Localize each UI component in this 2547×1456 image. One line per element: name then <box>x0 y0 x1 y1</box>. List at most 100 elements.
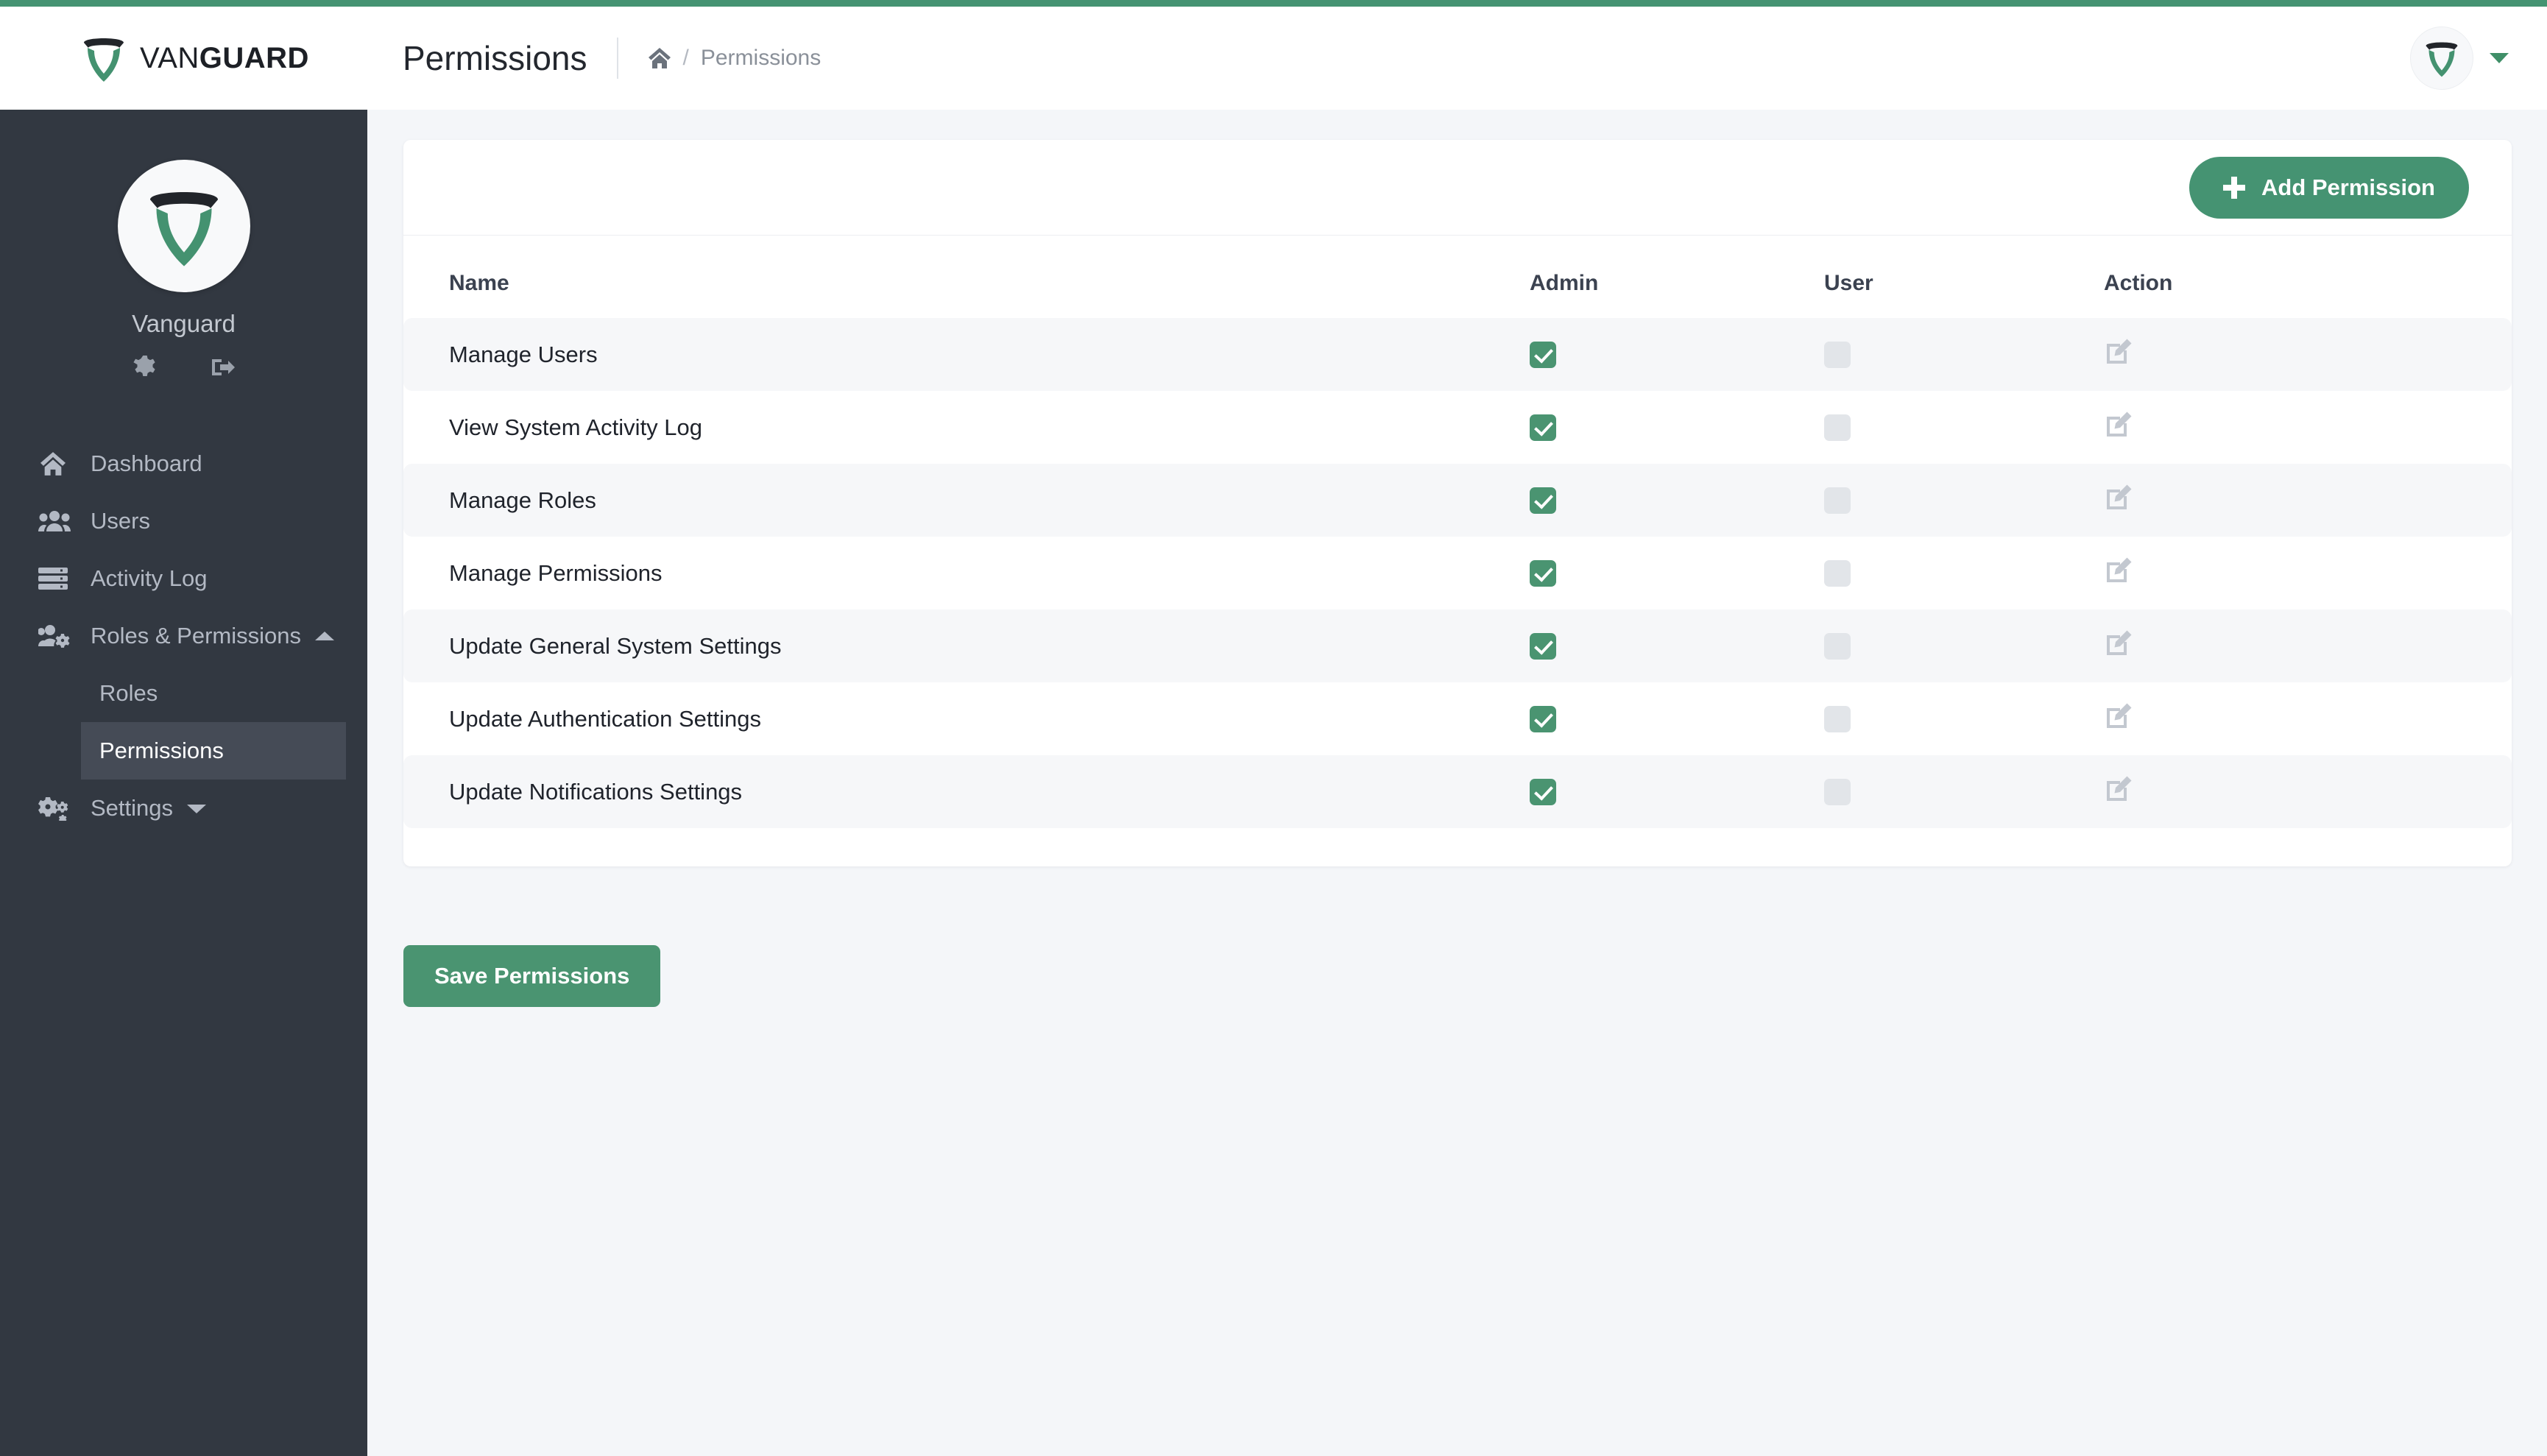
sidebar-profile: Vanguard <box>0 110 367 381</box>
chevron-up-icon[interactable] <box>314 630 335 642</box>
admin-checkbox[interactable] <box>1530 487 1556 514</box>
sidebar-item-activity-log[interactable]: Activity Log <box>0 550 367 607</box>
user-checkbox[interactable] <box>1824 560 1851 587</box>
sidebar-item-permissions[interactable]: Permissions <box>81 722 346 780</box>
table-row: Update General System Settings <box>403 609 2512 682</box>
main-content: Add Permission Name Admin User Action Ma… <box>367 110 2547 1456</box>
brand-logo-area[interactable]: VANGUARD <box>0 7 367 110</box>
save-permissions-button[interactable]: Save Permissions <box>403 945 660 1007</box>
logout-icon[interactable] <box>210 354 236 381</box>
user-checkbox-cell <box>1824 609 2104 682</box>
user-menu[interactable] <box>2410 26 2547 90</box>
breadcrumb-current: Permissions <box>701 46 821 71</box>
edit-icon[interactable] <box>2104 483 2133 512</box>
plus-icon <box>2223 177 2245 199</box>
avatar[interactable] <box>2410 26 2473 90</box>
sidebar-item-users[interactable]: Users <box>0 492 367 550</box>
sidebar-subitem-label: Roles <box>99 680 158 707</box>
user-checkbox-cell <box>1824 755 2104 828</box>
admin-checkbox-cell <box>1530 464 1824 537</box>
shield-avatar-icon <box>2423 38 2460 78</box>
sidebar-profile-name: Vanguard <box>132 310 236 338</box>
table-row: Update Notifications Settings <box>403 755 2512 828</box>
user-checkbox-cell <box>1824 537 2104 609</box>
server-icon <box>38 566 72 591</box>
chevron-down-icon[interactable] <box>2490 53 2509 63</box>
sidebar-profile-actions <box>132 354 236 381</box>
edit-icon[interactable] <box>2104 702 2133 731</box>
user-checkbox[interactable] <box>1824 779 1851 805</box>
sidebar-item-dashboard[interactable]: Dashboard <box>0 435 367 492</box>
sidebar-item-label: Users <box>91 508 150 534</box>
sidebar-item-roles-permissions[interactable]: Roles & Permissions <box>0 607 367 665</box>
home-icon <box>38 451 72 476</box>
action-cell <box>2104 755 2512 828</box>
chevron-down-icon[interactable] <box>186 802 207 814</box>
title-divider <box>617 38 618 79</box>
table-row: View System Activity Log <box>403 391 2512 464</box>
user-checkbox[interactable] <box>1824 633 1851 660</box>
user-checkbox[interactable] <box>1824 487 1851 514</box>
column-header-user: User <box>1824 236 2104 318</box>
permission-name-cell: Update Notifications Settings <box>403 755 1530 828</box>
home-icon[interactable] <box>648 47 671 69</box>
permission-name-cell: Update General System Settings <box>403 609 1530 682</box>
sidebar: Vanguard <box>0 110 367 1456</box>
shield-logo-icon <box>81 33 127 83</box>
add-permission-button[interactable]: Add Permission <box>2189 157 2469 219</box>
admin-checkbox-cell <box>1530 682 1824 755</box>
sidebar-item-label: Roles & Permissions <box>91 623 301 649</box>
table-body: Manage UsersView System Activity Log Mana… <box>403 318 2512 828</box>
sidebar-item-label: Dashboard <box>91 450 202 477</box>
users-icon <box>38 509 72 534</box>
edit-icon[interactable] <box>2104 556 2133 585</box>
user-checkbox-cell <box>1824 318 2104 391</box>
sidebar-nav: Dashboard Users <box>0 435 367 837</box>
add-permission-label: Add Permission <box>2261 174 2435 201</box>
admin-checkbox[interactable] <box>1530 342 1556 368</box>
admin-checkbox-cell <box>1530 755 1824 828</box>
edit-icon[interactable] <box>2104 410 2133 439</box>
breadcrumb: / Permissions <box>648 46 822 71</box>
action-cell <box>2104 682 2512 755</box>
admin-checkbox[interactable] <box>1530 414 1556 441</box>
save-permissions-label: Save Permissions <box>434 963 629 989</box>
column-header-name: Name <box>403 236 1530 318</box>
admin-checkbox[interactable] <box>1530 706 1556 732</box>
user-checkbox[interactable] <box>1824 342 1851 368</box>
admin-checkbox[interactable] <box>1530 560 1556 587</box>
top-header: VANGUARD Permissions / Permissions <box>0 7 2547 110</box>
shield-avatar-icon <box>144 183 224 269</box>
user-checkbox[interactable] <box>1824 706 1851 732</box>
edit-icon[interactable] <box>2104 629 2133 658</box>
permission-name-cell: View System Activity Log <box>403 391 1530 464</box>
permission-name-cell: Manage Permissions <box>403 537 1530 609</box>
edit-icon[interactable] <box>2104 774 2133 804</box>
user-checkbox-cell <box>1824 464 2104 537</box>
brand-name: VANGUARD <box>140 42 309 75</box>
card-toolbar: Add Permission <box>403 140 2512 236</box>
table-row: Update Authentication Settings <box>403 682 2512 755</box>
table-row: Manage Permissions <box>403 537 2512 609</box>
admin-checkbox-cell <box>1530 318 1824 391</box>
permissions-card: Add Permission Name Admin User Action Ma… <box>403 140 2512 866</box>
sidebar-item-settings[interactable]: Settings <box>0 780 367 837</box>
admin-checkbox-cell <box>1530 391 1824 464</box>
sidebar-item-roles[interactable]: Roles <box>0 665 367 722</box>
admin-checkbox-cell <box>1530 609 1824 682</box>
user-checkbox[interactable] <box>1824 414 1851 441</box>
column-header-action: Action <box>2104 236 2512 318</box>
permissions-table: Name Admin User Action Manage UsersView … <box>403 236 2512 828</box>
brand-name-part2: GUARD <box>199 42 309 74</box>
sidebar-avatar[interactable] <box>118 160 250 292</box>
admin-checkbox[interactable] <box>1530 633 1556 660</box>
edit-icon[interactable] <box>2104 337 2133 367</box>
action-cell <box>2104 391 2512 464</box>
column-header-admin: Admin <box>1530 236 1824 318</box>
sidebar-item-label: Settings <box>91 795 173 821</box>
breadcrumb-separator: / <box>683 46 689 71</box>
gear-icon[interactable] <box>132 354 158 381</box>
admin-checkbox[interactable] <box>1530 779 1556 805</box>
page-title: Permissions <box>403 38 587 78</box>
table-row: Manage Users <box>403 318 2512 391</box>
